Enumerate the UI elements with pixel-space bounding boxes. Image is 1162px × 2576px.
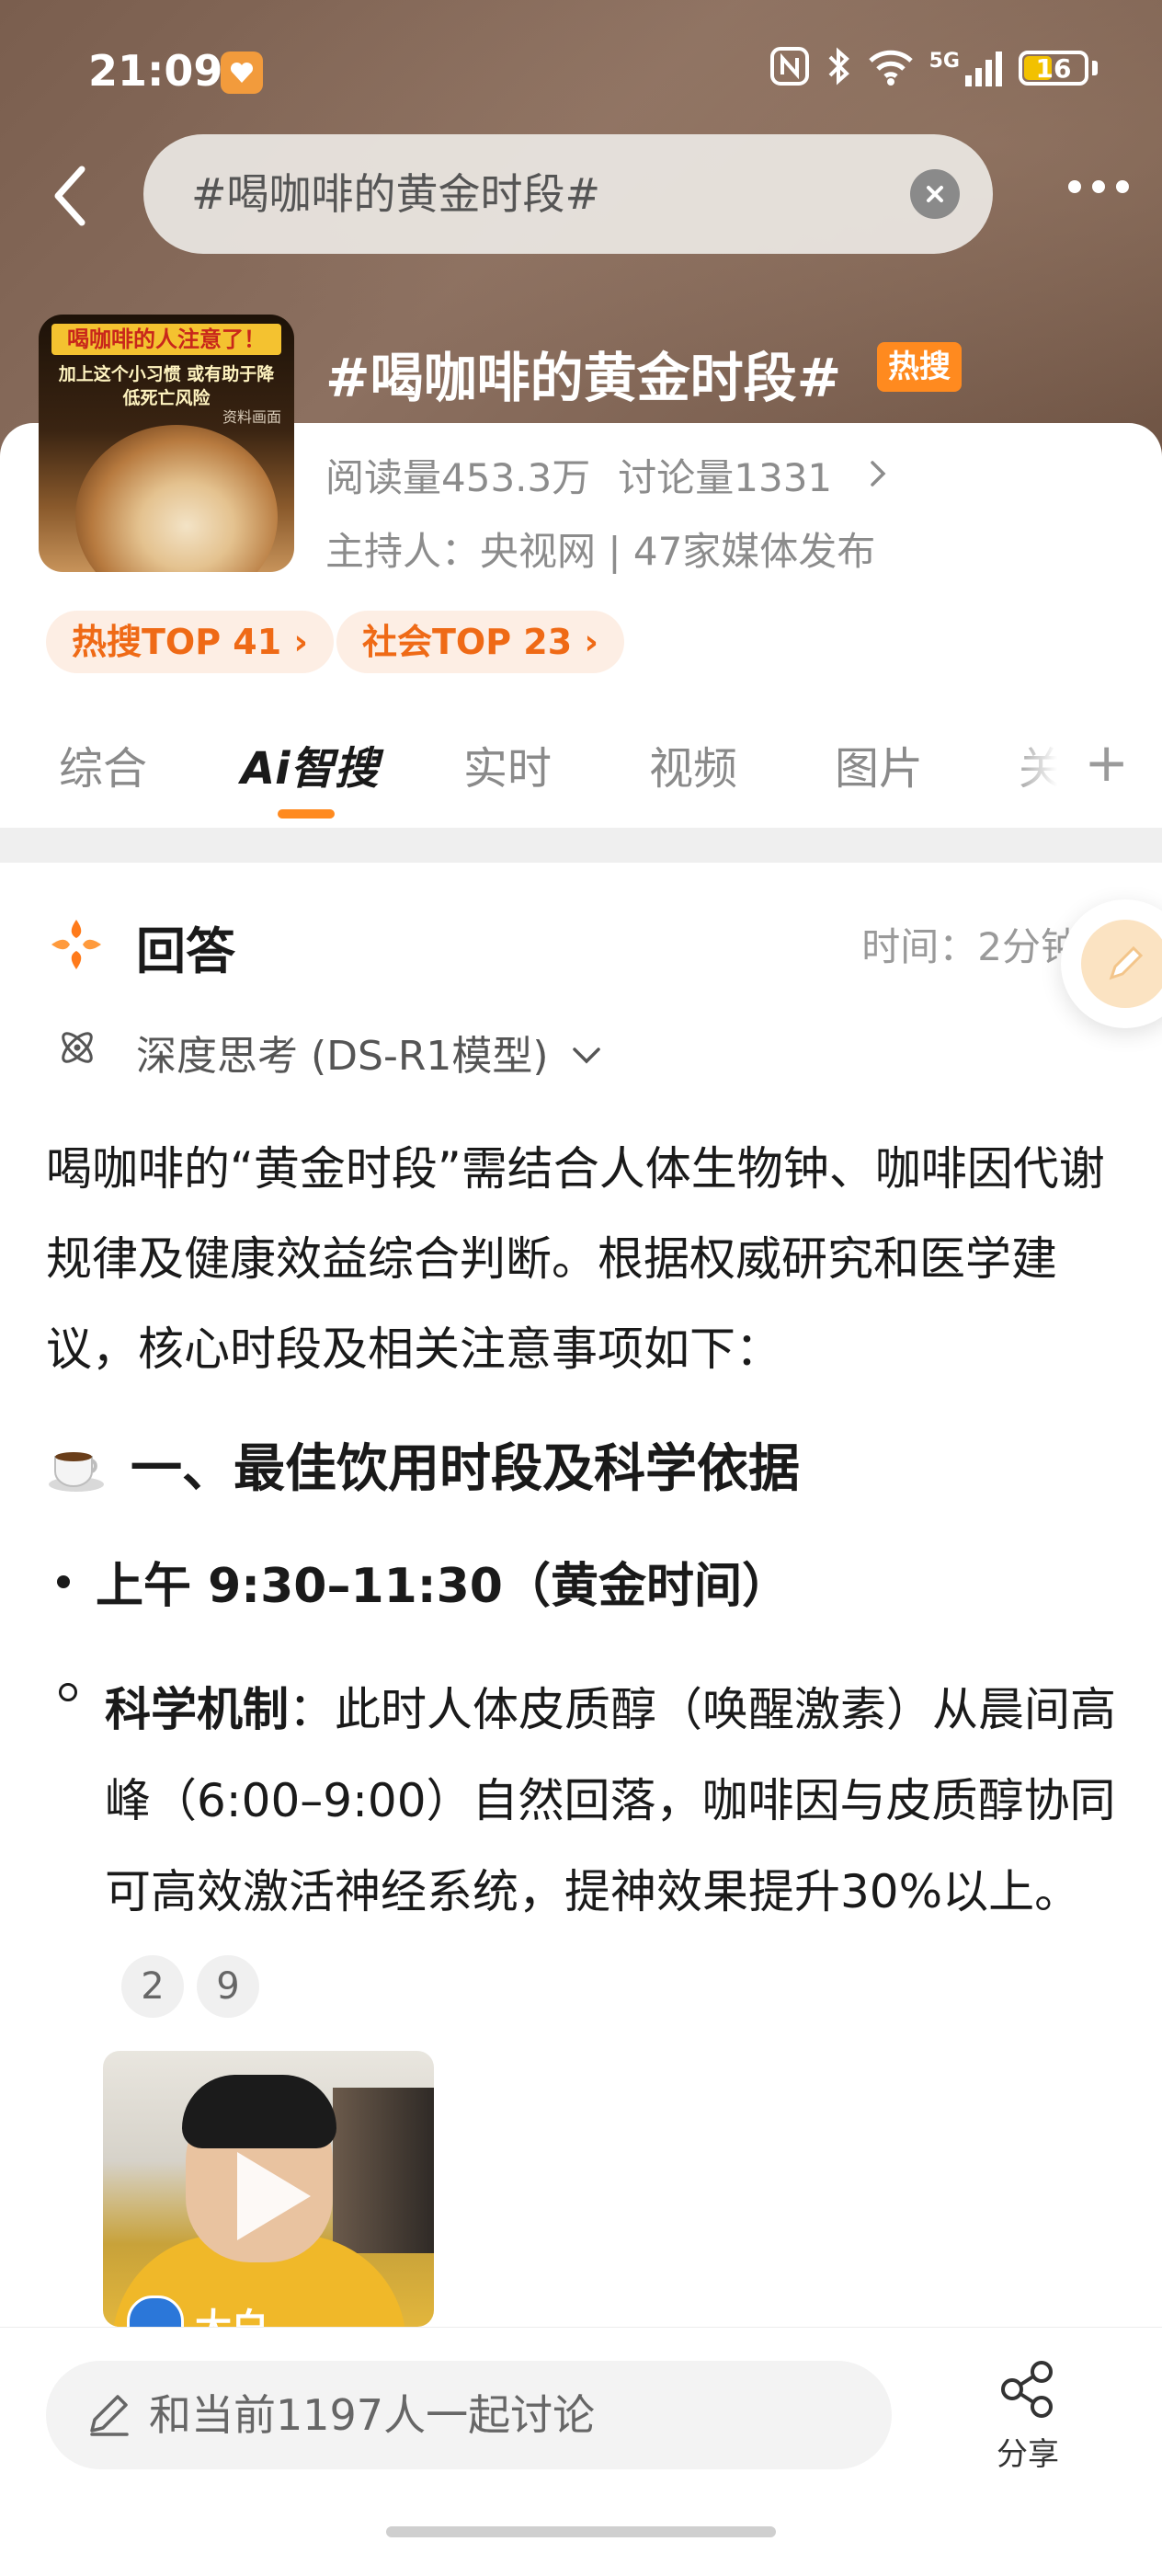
answer-intro: 喝咖啡的“黄金时段”需结合人体生物钟、咖啡因代谢规律及健康效益综合判断。根据权威… [46,1142,1105,1376]
video-card[interactable]: 大白 [103,2051,434,2327]
thumbnail-banner: 喝咖啡的人注意了！ [51,324,281,355]
battery-icon: 16 [1019,51,1098,86]
topic-thumbnail[interactable]: 喝咖啡的人注意了！ 加上这个小习惯 或有助于降低死亡风险 资料画面 [39,315,294,572]
mechanism-paragraph: 科学机制：此时人体皮质醇（唤醒激素）从晨间高峰（6:00–9:00）自然回落，咖… [105,1665,1134,2029]
section-heading: 一、最佳饮用时段及科学依据 [46,1427,800,1502]
active-tab-indicator [278,809,335,819]
signal-icon: 5G [929,50,1004,86]
sub-bullet-marker [59,1683,77,1701]
back-button[interactable] [46,164,92,228]
play-icon [237,2152,311,2240]
thumbnail-note: 资料画面 [222,408,281,426]
read-count: 阅读量453.3万 [325,455,591,500]
nfc-icon [769,46,810,90]
share-label: 分享 [997,2436,1059,2473]
thinking-mode-selector[interactable]: 深度思考 (DS-R1模型) [55,1023,602,1082]
tab-realtime[interactable]: 实时 [463,732,552,796]
share-button[interactable]: 分享 [984,2359,1072,2474]
discussion-input[interactable]: 和当前1197人一起讨论 [46,2361,892,2469]
tab-video[interactable]: 视频 [649,732,737,796]
video-author: 大白 [195,2297,268,2327]
chevron-right-icon [869,452,887,498]
thinking-mode-label: 深度思考 (DS-R1模型) [136,1033,549,1080]
tab-general[interactable]: 综合 [59,732,147,796]
thumbnail-subtitle: 加上这个小习惯 或有助于降低死亡风险 [58,364,275,408]
topic-title: #喝咖啡的黄金时段# [325,347,842,409]
more-options-button[interactable] [1068,180,1129,193]
coffee-cup-icon [46,1435,107,1495]
bluetooth-icon [825,46,852,90]
add-tab-button[interactable]: + [1084,736,1129,789]
section-divider [0,828,1162,863]
atom-icon [55,1025,99,1080]
topic-host: 主持人：央视网 | 47家媒体发布 [325,529,876,574]
answer-title: 回答 [136,922,235,980]
bottom-bar: 和当前1197人一起讨论 分享 [0,2327,1162,2576]
status-time: 21:09 [88,46,223,96]
share-icon [1001,2361,1053,2418]
hot-search-rank-pill[interactable]: 热搜TOP 41 › [46,611,335,673]
clear-search-button[interactable] [910,169,960,219]
citation-badge[interactable]: 2 [121,1954,184,2018]
home-indicator[interactable] [386,2526,776,2537]
search-input[interactable]: #喝咖啡的黄金时段# [143,134,993,254]
network-type: 5G [928,50,960,73]
discussion-placeholder: 和当前1197人一起讨论 [149,2390,596,2440]
pencil-icon [83,2388,136,2442]
citation-badge[interactable]: 9 [197,1954,259,2018]
tab-images[interactable]: 图片 [835,732,923,796]
pen-icon [1109,945,1144,980]
society-rank-pill[interactable]: 社会TOP 23 › [336,611,625,673]
mechanism-label: 科学机制 [105,1683,289,1736]
hot-search-badge: 热搜 [877,342,962,392]
battery-level: 16 [1035,52,1072,84]
status-icons: 5G 16 [769,46,1098,90]
time-slot-bullet: 上午 9:30–11:30（黄金时间） [57,1547,790,1616]
section-title: 一、最佳饮用时段及科学依据 [131,1439,800,1499]
app-notification-icon [221,52,263,94]
ai-answer-icon [48,916,105,973]
discussion-count: 讨论量1331 [618,455,833,500]
tab-bar: 综合 Ai智搜 实时 视频 图片 关 + [0,717,1162,828]
wifi-icon [867,46,915,90]
topic-stats[interactable]: 阅读量453.3万 讨论量1331 [325,447,887,503]
search-query: #喝咖啡的黄金时段# [191,169,601,219]
tab-ai-search[interactable]: Ai智搜 [241,732,379,796]
close-icon [927,186,943,202]
time-slot-text: 上午 9:30–11:30（黄金时间） [96,1559,790,1614]
chevron-down-icon [571,1029,602,1076]
